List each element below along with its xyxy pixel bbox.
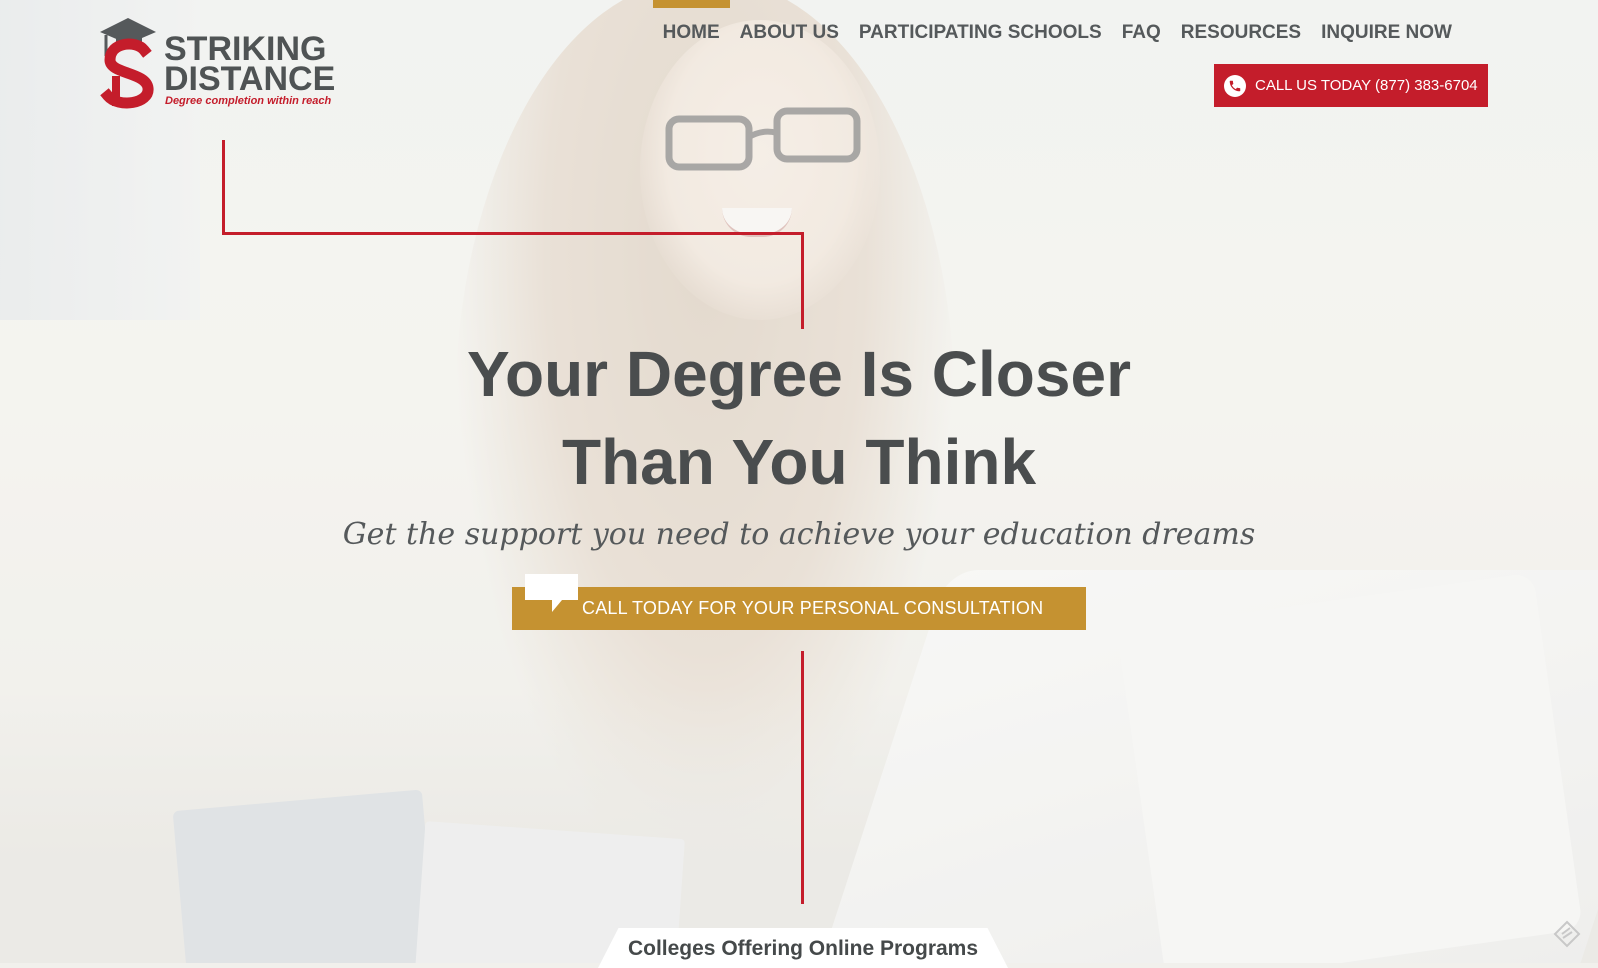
logo-tagline: Degree completion within reach [165, 95, 332, 107]
hero-subheadline: Get the support you need to achieve your… [342, 517, 1256, 552]
colleges-online-programs-label: Colleges Offering Online Programs [627, 937, 979, 960]
nav-item-faq[interactable]: FAQ [1112, 0, 1171, 44]
main-nav: HOME ABOUT US PARTICIPATING SCHOOLS FAQ … [652, 0, 1462, 44]
nav-item-inquire-now[interactable]: INQUIRE NOW [1311, 0, 1462, 44]
site-logo[interactable]: STRIKING DISTANCE Degree completion with… [98, 14, 358, 114]
nav-item-participating-schools[interactable]: PARTICIPATING SCHOOLS [849, 0, 1112, 44]
call-us-label: CALL US TODAY (877) 383-6704 [1255, 77, 1478, 94]
decorative-line [222, 140, 225, 235]
nav-item-home[interactable]: HOME [652, 0, 730, 44]
hero-headline-line1: Your Degree Is Closer [467, 338, 1131, 410]
speech-bubble-icon [525, 574, 578, 612]
phone-icon [1224, 74, 1246, 97]
graduation-cap-s-icon [100, 18, 156, 109]
feedback-icon[interactable] [1553, 920, 1581, 948]
nav-item-resources[interactable]: RESOURCES [1171, 0, 1311, 44]
logo-name-line2: DISTANCE [164, 60, 336, 98]
decorative-line [801, 651, 804, 904]
hero-headline-line2: Than You Think [561, 426, 1037, 498]
hero-headline: Your Degree Is Closer Than You Think [0, 330, 1598, 506]
call-us-button[interactable]: CALL US TODAY (877) 383-6704 [1214, 64, 1488, 107]
colleges-online-programs-tab[interactable]: Colleges Offering Online Programs [598, 928, 1008, 968]
consultation-cta-label: CALL TODAY FOR YOUR PERSONAL CONSULTATIO… [582, 598, 1044, 618]
consultation-cta-button[interactable]: CALL TODAY FOR YOUR PERSONAL CONSULTATIO… [512, 574, 1086, 630]
decorative-line [801, 232, 804, 329]
decorative-line [222, 232, 804, 235]
nav-item-about-us[interactable]: ABOUT US [730, 0, 849, 44]
